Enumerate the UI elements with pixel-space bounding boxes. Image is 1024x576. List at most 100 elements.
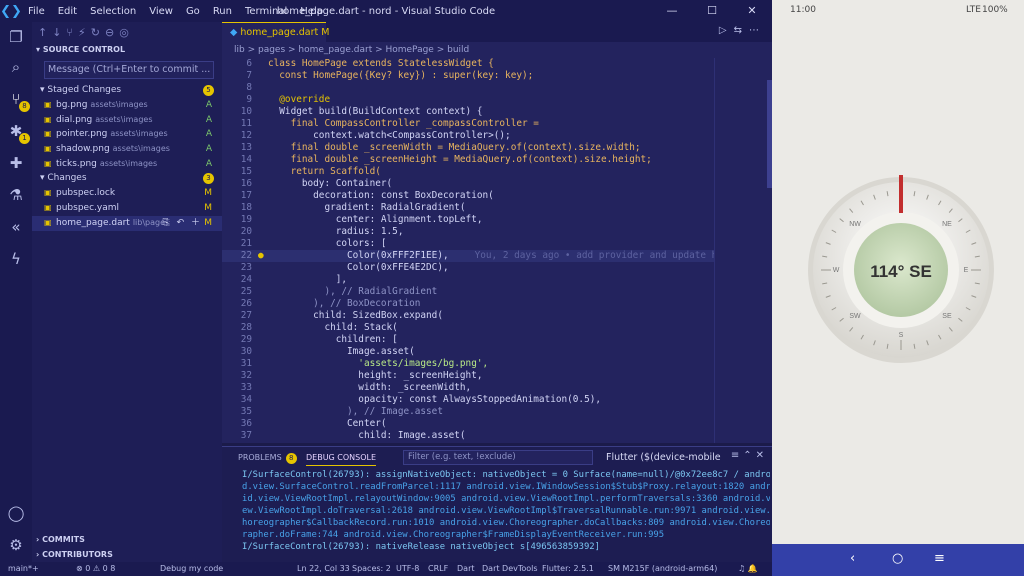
flutter-version-status[interactable]: Flutter: 2.5.1 [542,562,594,576]
menu-item[interactable]: Edit [58,6,77,17]
explorer-icon[interactable]: ❐ [5,26,27,48]
code-line[interactable]: 6 class HomePage extends StatelessWidget … [222,58,772,70]
code-line[interactable]: 36 Center( [222,418,772,430]
file-item[interactable]: ▣ dial.png assets\images A [32,113,222,128]
code-line[interactable]: 35 ), // Image.asset [222,406,772,418]
back-button[interactable]: ‹ [850,551,855,566]
file-item[interactable]: ▣ home_page.dart lib\pages ⎘ ↶ ＋ M [32,215,222,231]
code-line[interactable]: 17 decoration: const BoxDecoration( [222,190,772,202]
code-line[interactable]: 16 body: Container( [222,178,772,190]
problems-status[interactable]: ⊗ 0 ⚠ 0 8 [76,562,115,576]
devtools-status[interactable]: Dart DevTools [482,562,538,576]
menu-item[interactable]: View [149,6,173,17]
run-debug-icon[interactable]: ✱ 1 [5,120,30,144]
code-line[interactable]: 9 @override [222,94,772,106]
code-editor[interactable]: 6 class HomePage extends StatelessWidget … [222,58,772,443]
code-line[interactable]: 14 final double _screenHeight = MediaQue… [222,154,772,166]
contributors-section[interactable]: › CONTRIBUTORS [32,547,113,562]
editor-actions[interactable]: ▷⇆⋯ [719,25,766,36]
code-line[interactable]: 15 return Scaffold( [222,166,772,178]
section-header[interactable]: ▾ SOURCE CONTROL [32,42,222,58]
source-control-icon[interactable]: ⑂ 8 [5,88,30,112]
device-status[interactable]: SM M215F (android-arm64) [608,562,717,576]
code-line[interactable]: 13 final double _screenWidth = MediaQuer… [222,142,772,154]
cursor-position[interactable]: Ln 22, Col 33 [297,562,350,576]
close-button[interactable]: ✕ [732,0,772,22]
line-number: 23 [240,262,252,273]
home-button[interactable]: ○ [892,551,903,566]
testing-icon[interactable]: ⚗ [5,184,27,206]
debug-status[interactable]: Debug my code [160,562,223,576]
commit-message-input[interactable]: Message (Ctrl+Enter to commit ... [44,61,214,79]
code-line[interactable]: 11 final CompassController _compassContr… [222,118,772,130]
settings-gear-icon[interactable]: ⚙ [5,534,27,556]
file-item[interactable]: ▣ pointer.png assets\images A [32,127,222,142]
minimize-button[interactable]: — [652,0,692,22]
line-text: radius: 1.5, [268,226,404,237]
code-line[interactable]: 7 const HomePage({Key? key}) : super(key… [222,70,772,82]
search-icon[interactable]: ⌕ [5,56,27,78]
code-line[interactable]: 37 child: Image.asset( [222,430,772,442]
account-icon[interactable]: ◯ [5,502,27,524]
code-line[interactable]: 26 ), // BoxDecoration [222,298,772,310]
code-line[interactable]: 18 gradient: RadialGradient( [222,202,772,214]
tab-home-page[interactable]: ◆ home_page.dart M [222,22,330,42]
code-line[interactable]: 10 Widget build(BuildContext context) { [222,106,772,118]
code-line[interactable]: 28 child: Stack( [222,322,772,334]
notifications-icon[interactable]: ♫ 🔔 [738,562,758,576]
menu-item[interactable]: Help [300,6,323,17]
commits-section[interactable]: › COMMITS [32,532,85,548]
code-line[interactable]: 19 center: Alignment.topLeft, [222,214,772,226]
lightbulb-icon[interactable]: ● [258,250,264,262]
file-item[interactable]: ▣ pubspec.lock M [32,186,222,201]
menu-item[interactable]: File [28,6,45,17]
code-line[interactable]: 29 children: [ [222,334,772,346]
code-line[interactable]: 30 Image.asset( [222,346,772,358]
line-number: 37 [240,430,252,441]
file-item[interactable]: ▣ ticks.png assets\images A [32,157,222,172]
code-line[interactable]: 20 radius: 1.5, [222,226,772,238]
file-item[interactable]: ▣ shadow.png assets\images A [32,142,222,157]
code-line[interactable]: 21 colors: [ [222,238,772,250]
filter-input[interactable]: Filter (e.g. text, !exclude) [403,450,593,465]
status-bar: main*+ ⊗ 0 ⚠ 0 8 Debug my code Ln 22, Co… [0,562,772,576]
tab-debug-console[interactable]: DEBUG CONSOLE [306,453,377,466]
code-line[interactable]: 12 context.watch<CompassController>(); [222,130,772,142]
code-line[interactable]: 22 Color(0xFFF2F1EE), You, 2 days ago • a… [222,250,772,262]
eol-status[interactable]: CRLF [428,562,448,576]
extensions-icon[interactable]: ✚ [5,152,27,174]
code-line[interactable]: 8 [222,82,772,94]
language-status[interactable]: Dart [457,562,475,576]
code-line[interactable]: 25 ), // RadialGradient [222,286,772,298]
tab-problems[interactable]: PROBLEMS 8 [238,453,297,464]
breadcrumb[interactable]: lib > pages > home_page.dart > HomePage … [222,42,772,58]
file-actions[interactable]: ⎘ ↶ ＋ [163,216,202,231]
branch-status[interactable]: main*+ [8,562,39,576]
menu-item[interactable]: Run [213,6,232,17]
device-select[interactable]: Flutter ($(device-mobile [606,450,722,465]
maximize-button[interactable]: ☐ [692,0,732,22]
lightning-icon[interactable]: ϟ [5,248,27,270]
indentation-status[interactable]: Spaces: 2 [352,562,391,576]
panel-actions[interactable]: ≡⌃✕ [731,450,768,461]
menu-item[interactable]: Go [186,6,200,17]
code-line[interactable]: 27 child: SizedBox.expand( [222,310,772,322]
changes-group[interactable]: ▾ Changes 3 [32,171,222,186]
encoding-status[interactable]: UTF-8 [396,562,419,576]
line-number: 6 [246,58,252,69]
recents-button[interactable]: ≡ [934,551,945,566]
line-number: 35 [240,406,252,417]
file-item[interactable]: ▣ bg.png assets\images A [32,98,222,113]
code-line[interactable]: 24 ], [222,274,772,286]
code-line[interactable]: 34 opacity: const AlwaysStoppedAnimation… [222,394,772,406]
menu-item[interactable]: Selection [90,6,136,17]
code-line[interactable]: 33 width: _screenWidth, [222,382,772,394]
minimap[interactable] [714,58,773,443]
flutter-icon[interactable]: « [5,216,27,238]
code-line[interactable]: 31 'assets/images/bg.png', [222,358,772,370]
file-item[interactable]: ▣ pubspec.yaml M [32,201,222,216]
staged-changes-group[interactable]: ▾ Staged Changes 5 [32,83,222,98]
menu-item[interactable]: Terminal [245,6,287,17]
code-line[interactable]: 23 Color(0xFFE4E2DC), [222,262,772,274]
code-line[interactable]: 32 height: _screenHeight, [222,370,772,382]
